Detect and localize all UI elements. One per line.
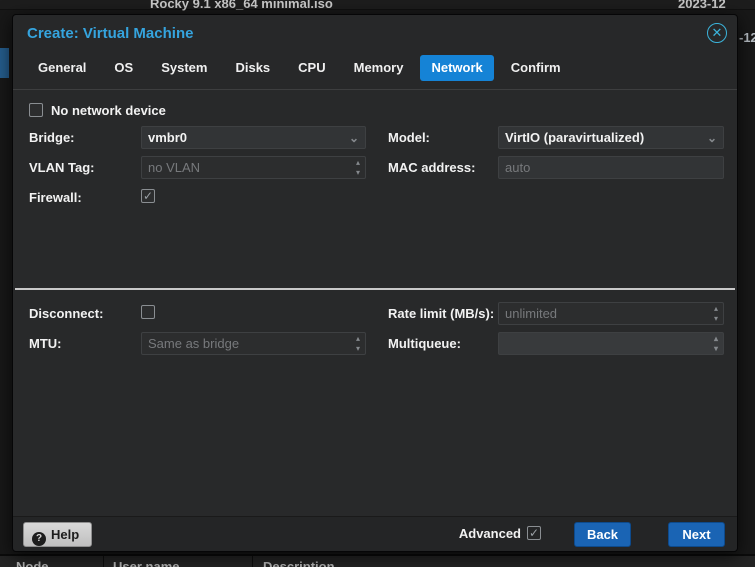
column-header-username: User name <box>113 559 179 567</box>
rate-limit-placeholder: unlimited <box>505 306 557 321</box>
mac-address-placeholder: auto <box>505 160 530 175</box>
task-table-header: Node User name Description <box>0 554 755 567</box>
spinner-up-down-icon[interactable]: ▴▾ <box>356 334 360 354</box>
mtu-placeholder: Same as bridge <box>148 336 239 351</box>
disconnect-label: Disconnect: <box>29 306 103 321</box>
multiqueue-spinner[interactable]: ▴▾ <box>498 332 724 355</box>
advanced-checkbox[interactable]: ✓ <box>527 526 541 540</box>
spinner-up-down-icon[interactable]: ▴▾ <box>714 304 718 324</box>
advanced-section-divider <box>15 288 735 290</box>
bridge-label: Bridge: <box>29 130 75 145</box>
vlan-tag-label: VLAN Tag: <box>29 160 94 175</box>
help-button[interactable]: ? Help <box>23 522 92 547</box>
question-circle-icon: ? <box>32 532 46 546</box>
advanced-label: Advanced <box>459 526 521 541</box>
mac-address-input[interactable]: auto <box>498 156 724 179</box>
mtu-label: MTU: <box>29 336 62 351</box>
tab-disks[interactable]: Disks <box>224 55 281 81</box>
column-divider <box>103 556 104 567</box>
iso-date: 2023-12 <box>678 0 726 11</box>
no-network-device-label: No network device <box>51 103 166 118</box>
background-iso-row: Rocky 9.1 x86_64 minimal.iso 2023-12 <box>0 0 755 10</box>
model-value: VirtIO (paravirtualized) <box>505 127 644 148</box>
mac-address-label: MAC address: <box>388 160 475 175</box>
back-button[interactable]: Back <box>574 522 631 547</box>
firewall-checkbox[interactable]: ✓ <box>141 189 155 203</box>
mtu-spinner[interactable]: Same as bridge ▴▾ <box>141 332 366 355</box>
firewall-label: Firewall: <box>29 190 82 205</box>
background-selection-sliver <box>0 48 9 78</box>
network-form: No network device Bridge: vmbr0 ⌄ Model:… <box>13 89 737 516</box>
tab-network[interactable]: Network <box>420 55 493 81</box>
vlan-tag-spinner[interactable]: no VLAN ▴▾ <box>141 156 366 179</box>
vlan-tag-placeholder: no VLAN <box>148 160 200 175</box>
column-header-node: Node <box>16 559 49 567</box>
tab-general[interactable]: General <box>27 55 97 81</box>
model-label: Model: <box>388 130 430 145</box>
dialog-title: Create: Virtual Machine <box>27 25 193 42</box>
rate-limit-spinner[interactable]: unlimited ▴▾ <box>498 302 724 325</box>
checkbox-mark: ✓ <box>529 526 539 540</box>
bridge-combobox[interactable]: vmbr0 ⌄ <box>141 126 366 149</box>
next-button[interactable]: Next <box>668 522 725 547</box>
iso-filename: Rocky 9.1 x86_64 minimal.iso <box>150 0 333 11</box>
wizard-tabs: General OS System Disks CPU Memory Netwo… <box>27 55 572 81</box>
spinner-up-down-icon[interactable]: ▴▾ <box>356 158 360 178</box>
help-label: Help <box>51 527 79 542</box>
column-divider <box>252 556 253 567</box>
close-icon[interactable]: ✕ <box>707 23 727 43</box>
tab-memory[interactable]: Memory <box>343 55 415 81</box>
chevron-down-icon[interactable]: ⌄ <box>349 131 359 145</box>
checkbox-mark: ✓ <box>143 189 153 203</box>
tab-os[interactable]: OS <box>103 55 144 81</box>
model-combobox[interactable]: VirtIO (paravirtualized) ⌄ <box>498 126 724 149</box>
dialog-footer: ? Help Advanced ✓ Back Next <box>13 516 737 551</box>
tab-cpu[interactable]: CPU <box>287 55 336 81</box>
multiqueue-label: Multiqueue: <box>388 336 461 351</box>
rate-limit-label: Rate limit (MB/s): <box>388 306 494 321</box>
bridge-value: vmbr0 <box>148 127 187 148</box>
column-header-description: Description <box>263 559 335 567</box>
spinner-up-down-icon[interactable]: ▴▾ <box>714 334 718 354</box>
tab-system[interactable]: System <box>150 55 218 81</box>
create-vm-dialog: Create: Virtual Machine ✕ General OS Sys… <box>12 14 738 552</box>
disconnect-checkbox[interactable] <box>141 305 155 319</box>
chevron-down-icon[interactable]: ⌄ <box>707 131 717 145</box>
tab-confirm[interactable]: Confirm <box>500 55 572 81</box>
date-fragment: -12 <box>739 30 755 45</box>
no-network-device-checkbox[interactable] <box>29 103 43 117</box>
screen: Rocky 9.1 x86_64 minimal.iso 2023-12 -12… <box>0 0 755 567</box>
